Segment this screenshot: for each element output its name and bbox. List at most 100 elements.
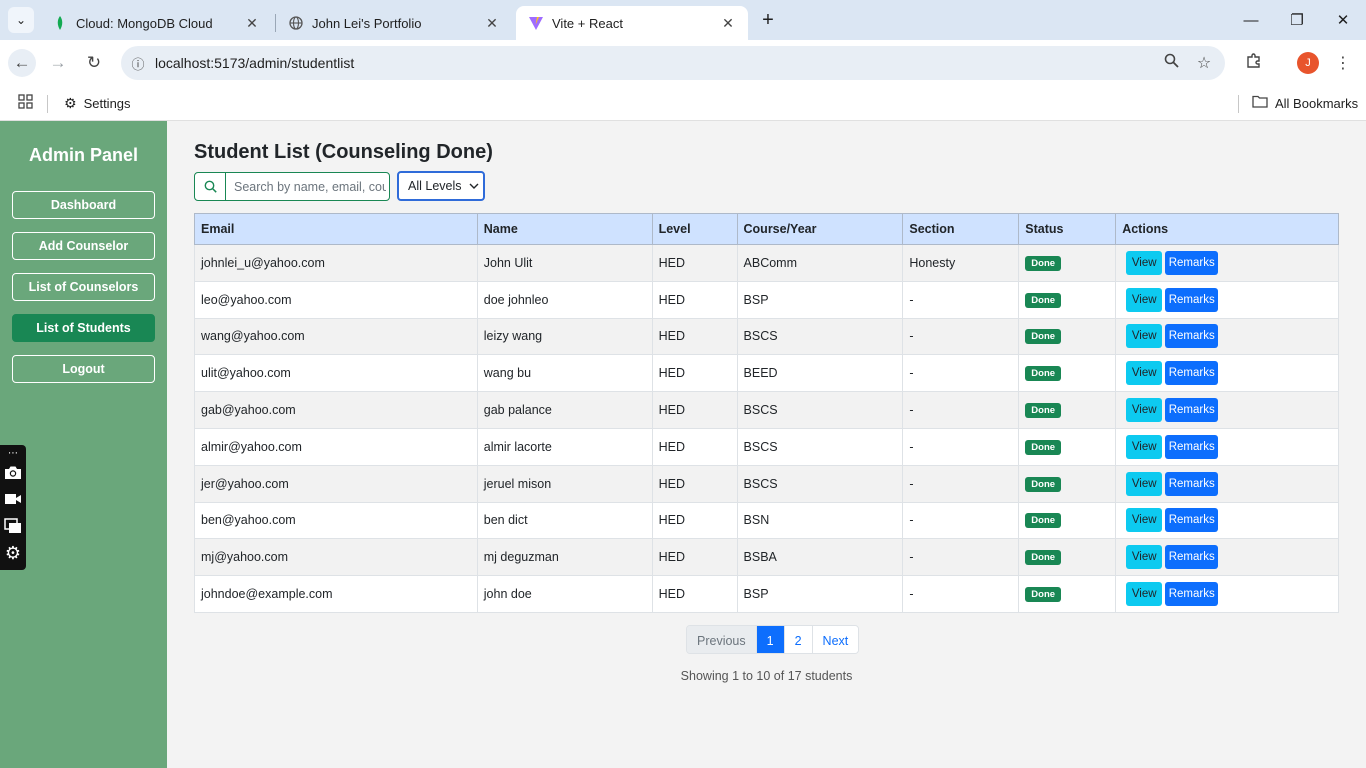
remarks-button[interactable]: Remarks <box>1165 287 1219 312</box>
cell-status: Done <box>1018 464 1117 503</box>
cell-name: John Ulit <box>476 244 653 282</box>
camera-icon[interactable] <box>3 462 23 482</box>
sidebar-item-dashboard[interactable]: Dashboard <box>12 191 155 219</box>
remarks-button[interactable]: Remarks <box>1165 434 1219 459</box>
forward-button[interactable]: → <box>44 49 72 77</box>
pagination-page-2[interactable]: 2 <box>783 626 812 653</box>
status-badge: Done <box>1025 292 1062 308</box>
restore-button[interactable]: ❐ <box>1285 8 1309 32</box>
browser-menu-button[interactable]: ⋮ <box>1331 51 1355 75</box>
remarks-button[interactable]: Remarks <box>1165 582 1219 607</box>
cell-level: HED <box>651 317 738 356</box>
close-window-button[interactable]: ✕ <box>1331 8 1355 32</box>
pagination-next[interactable]: Next <box>811 626 859 653</box>
bookmarks-bar: ⚙ Settings All Bookmarks <box>0 86 1366 121</box>
cell-name: jeruel mison <box>476 464 653 503</box>
cell-section: - <box>902 354 1020 393</box>
pagination-page-1[interactable]: 1 <box>755 626 784 653</box>
new-tab-button[interactable]: + <box>757 9 779 31</box>
cell-email: wang@yahoo.com <box>194 317 478 356</box>
admin-sidebar: Admin Panel Dashboard Add Counselor List… <box>0 121 167 768</box>
view-button[interactable]: View <box>1126 324 1163 349</box>
tab-vite-react[interactable]: Vite + React ✕ <box>516 6 748 40</box>
view-button[interactable]: View <box>1126 508 1163 533</box>
cell-course: BSCS <box>736 464 904 503</box>
cell-email: leo@yahoo.com <box>194 280 478 319</box>
remarks-button[interactable]: Remarks <box>1165 250 1219 275</box>
cell-level: HED <box>651 280 738 319</box>
pagination-previous[interactable]: Previous <box>687 626 756 653</box>
close-icon[interactable]: ✕ <box>244 15 260 31</box>
cell-course: BEED <box>736 354 904 393</box>
cell-actions: View Remarks <box>1115 538 1339 577</box>
view-button[interactable]: View <box>1126 582 1163 607</box>
tab-portfolio[interactable]: John Lei's Portfolio ✕ <box>276 6 512 40</box>
restore-icon: ❐ <box>1290 12 1304 29</box>
tab-title: Vite + React <box>552 15 623 31</box>
view-button[interactable]: View <box>1126 287 1163 312</box>
view-button[interactable]: View <box>1126 250 1163 275</box>
back-button[interactable]: ← <box>8 49 36 77</box>
cell-status: Done <box>1018 501 1117 540</box>
cell-actions: View Remarks <box>1115 501 1339 540</box>
level-filter-select[interactable]: All Levels <box>397 171 485 201</box>
remarks-button[interactable]: Remarks <box>1165 471 1219 496</box>
status-badge: Done <box>1025 587 1062 603</box>
remarks-button[interactable]: Remarks <box>1165 398 1219 423</box>
cell-level: HED <box>651 464 738 503</box>
cell-section: - <box>902 464 1020 503</box>
close-icon[interactable]: ✕ <box>484 15 500 31</box>
bookmark-settings[interactable]: ⚙ Settings <box>64 92 131 114</box>
minimize-button[interactable]: — <box>1239 8 1263 32</box>
gear-icon[interactable]: ⚙ <box>3 543 23 563</box>
bookmark-star-button[interactable]: ☆ <box>1192 51 1216 75</box>
tab-title: Cloud: MongoDB Cloud <box>76 15 213 31</box>
view-button[interactable]: View <box>1126 434 1163 459</box>
remarks-button[interactable]: Remarks <box>1165 508 1219 533</box>
gear-icon: ⚙ <box>64 94 77 111</box>
cell-section: Honesty <box>902 244 1020 282</box>
apps-button[interactable] <box>18 92 33 114</box>
tab-mongodb[interactable]: Cloud: MongoDB Cloud ✕ <box>40 6 272 40</box>
cell-course: BSCS <box>736 317 904 356</box>
view-button[interactable]: View <box>1126 398 1163 423</box>
zoom-button[interactable] <box>1159 51 1183 75</box>
extensions-button[interactable] <box>1242 51 1266 75</box>
cell-actions: View Remarks <box>1115 427 1339 466</box>
cell-status: Done <box>1018 317 1117 356</box>
remarks-button[interactable]: Remarks <box>1165 361 1219 386</box>
address-bar[interactable]: ⓘ localhost:5173/admin/studentlist <box>121 46 1225 80</box>
more-horizontal-icon[interactable]: ⋯ <box>3 445 23 461</box>
all-bookmarks-button[interactable]: All Bookmarks <box>1252 92 1358 114</box>
close-icon[interactable]: ✕ <box>720 15 736 31</box>
status-badge: Done <box>1025 550 1062 566</box>
site-info-icon[interactable]: ⓘ <box>121 54 155 73</box>
search-input[interactable] <box>226 173 386 200</box>
remarks-button[interactable]: Remarks <box>1165 324 1219 349</box>
more-vertical-icon: ⋮ <box>1335 55 1351 72</box>
column-header-section: Section <box>902 213 1020 245</box>
table-row: wang@yahoo.com leizy wang HED BSCS - Done View… <box>194 317 1339 356</box>
table-row: johndoe@example.com john doe HED BSP - Done Vi… <box>194 575 1339 613</box>
cell-course: BSBA <box>736 538 904 577</box>
star-icon: ☆ <box>1196 55 1212 72</box>
cell-email: gab@yahoo.com <box>194 391 478 429</box>
video-icon[interactable] <box>3 489 23 509</box>
remarks-button[interactable]: Remarks <box>1165 545 1219 570</box>
sidebar-item-list-of-students[interactable]: List of Students <box>12 314 155 342</box>
view-button[interactable]: View <box>1126 545 1163 570</box>
reload-button[interactable]: ↻ <box>80 49 108 77</box>
sidebar-item-add-counselor[interactable]: Add Counselor <box>12 232 155 260</box>
sidebar-item-logout[interactable]: Logout <box>12 355 155 383</box>
profile-avatar[interactable]: J <box>1297 52 1319 74</box>
sidebar-item-list-of-counselors[interactable]: List of Counselors <box>12 273 155 301</box>
table-row: almir@yahoo.com almir lacorte HED BSCS - Done… <box>194 427 1339 466</box>
cell-level: HED <box>651 501 738 540</box>
windows-icon[interactable] <box>3 516 23 536</box>
table-row: ben@yahoo.com ben dict HED BSN - Done View Rema… <box>194 501 1339 540</box>
student-table: Email Name Level Course/Year Section Sta… <box>194 213 1339 613</box>
table-header-row: Email Name Level Course/Year Section Sta… <box>194 213 1339 245</box>
view-button[interactable]: View <box>1126 361 1163 386</box>
tab-search-button[interactable]: ⌄ <box>8 7 34 33</box>
view-button[interactable]: View <box>1126 471 1163 496</box>
